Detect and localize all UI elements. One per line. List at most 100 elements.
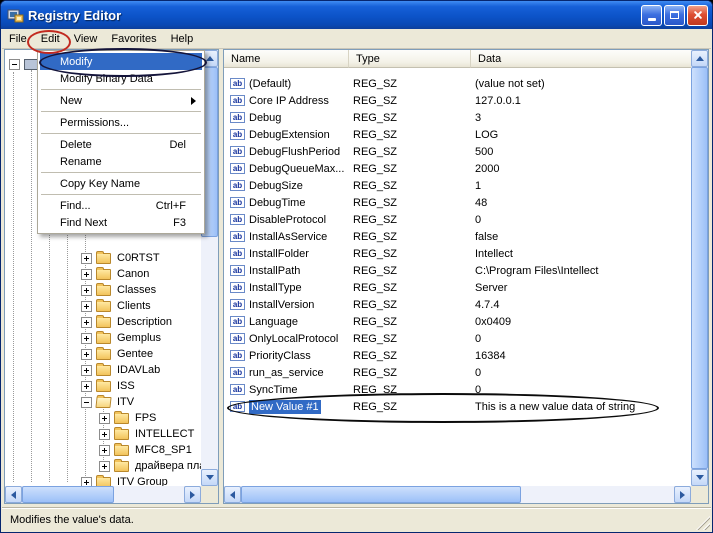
edit-menu-item-modify[interactable]: Modify bbox=[40, 53, 202, 70]
list-row-installpath[interactable]: abInstallPathREG_SZC:\Program Files\Inte… bbox=[224, 262, 691, 279]
tree-item-idavlab[interactable]: IDAVLab bbox=[5, 362, 201, 378]
expand-icon[interactable] bbox=[99, 445, 110, 456]
list-row-synctime[interactable]: abSyncTimeREG_SZ0 bbox=[224, 381, 691, 398]
tree-item-gentee[interactable]: Gentee bbox=[5, 346, 201, 362]
menu-favorites[interactable]: Favorites bbox=[104, 31, 163, 47]
list-row-new-value-1[interactable]: abNew Value #1REG_SZThis is a new value … bbox=[224, 398, 691, 415]
string-value-icon: ab bbox=[230, 95, 245, 106]
scrollbar-thumb[interactable] bbox=[241, 486, 521, 503]
value-data-cell: LOG bbox=[471, 129, 691, 141]
scrollbar-thumb[interactable] bbox=[691, 67, 708, 469]
tree-item-itv[interactable]: ITV bbox=[5, 394, 201, 410]
tree-item-драйвера-плат[interactable]: драйвера плат bbox=[5, 458, 201, 474]
menu-item-label: Find Next bbox=[60, 217, 107, 229]
tree-item-canon[interactable]: Canon bbox=[5, 266, 201, 282]
folder-icon bbox=[114, 413, 129, 424]
list-row-debugtime[interactable]: abDebugTimeREG_SZ48 bbox=[224, 194, 691, 211]
column-header-type[interactable]: Type bbox=[349, 50, 471, 68]
scroll-up-button[interactable] bbox=[691, 50, 708, 67]
expand-icon[interactable] bbox=[81, 301, 92, 312]
edit-menu-item-find[interactable]: Find...Ctrl+F bbox=[40, 197, 202, 214]
value-name: SyncTime bbox=[249, 384, 298, 396]
edit-menu-item-rename[interactable]: Rename bbox=[40, 153, 202, 170]
tree-item-label: Canon bbox=[115, 268, 151, 280]
list-row-priorityclass[interactable]: abPriorityClassREG_SZ16384 bbox=[224, 347, 691, 364]
scroll-down-button[interactable] bbox=[691, 469, 708, 486]
title-bar[interactable]: Registry Editor bbox=[1, 1, 712, 29]
list-row-debug[interactable]: abDebugREG_SZ3 bbox=[224, 109, 691, 126]
scrollbar-thumb[interactable] bbox=[22, 486, 114, 503]
tree-item-iss[interactable]: ISS bbox=[5, 378, 201, 394]
expand-icon[interactable] bbox=[81, 269, 92, 280]
minimize-button[interactable] bbox=[641, 5, 662, 26]
list-row-installversion[interactable]: abInstallVersionREG_SZ4.7.4 bbox=[224, 296, 691, 313]
list-row-installfolder[interactable]: abInstallFolderREG_SZIntellect bbox=[224, 245, 691, 262]
tree-item-classes[interactable]: Classes bbox=[5, 282, 201, 298]
list-row-debugextension[interactable]: abDebugExtensionREG_SZLOG bbox=[224, 126, 691, 143]
maximize-button[interactable] bbox=[664, 5, 685, 26]
tree-item-description[interactable]: Description bbox=[5, 314, 201, 330]
expand-icon[interactable] bbox=[81, 285, 92, 296]
scroll-down-button[interactable] bbox=[201, 469, 218, 486]
edit-menu-item-permissions[interactable]: Permissions... bbox=[40, 114, 202, 131]
edit-menu-item-delete[interactable]: DeleteDel bbox=[40, 136, 202, 153]
collapse-icon[interactable] bbox=[81, 397, 92, 408]
tree-item-clients[interactable]: Clients bbox=[5, 298, 201, 314]
column-header-name[interactable]: Name bbox=[224, 50, 349, 68]
value-name-cell: abLanguage bbox=[224, 316, 349, 328]
list-row-debugqueuemax[interactable]: abDebugQueueMax...REG_SZ2000 bbox=[224, 160, 691, 177]
resize-grip-icon[interactable] bbox=[696, 516, 710, 530]
expand-icon[interactable] bbox=[81, 253, 92, 264]
edit-menu-item-copy-key-name[interactable]: Copy Key Name bbox=[40, 175, 202, 192]
list-row-onlylocalprotocol[interactable]: abOnlyLocalProtocolREG_SZ0 bbox=[224, 330, 691, 347]
expand-icon[interactable] bbox=[99, 413, 110, 424]
list-row-core-ip-address[interactable]: abCore IP AddressREG_SZ127.0.0.1 bbox=[224, 92, 691, 109]
list-row-installtype[interactable]: abInstallTypeREG_SZServer bbox=[224, 279, 691, 296]
menu-help[interactable]: Help bbox=[164, 31, 201, 47]
expand-icon[interactable] bbox=[99, 461, 110, 472]
list-row-debugsize[interactable]: abDebugSizeREG_SZ1 bbox=[224, 177, 691, 194]
tree-item-fps[interactable]: FPS bbox=[5, 410, 201, 426]
list-row-disableprotocol[interactable]: abDisableProtocolREG_SZ0 bbox=[224, 211, 691, 228]
menu-file[interactable]: File bbox=[2, 31, 34, 47]
list-row-debugflushperiod[interactable]: abDebugFlushPeriodREG_SZ500 bbox=[224, 143, 691, 160]
expand-icon[interactable] bbox=[81, 365, 92, 376]
list-row-installasservice[interactable]: abInstallAsServiceREG_SZfalse bbox=[224, 228, 691, 245]
value-name-cell: abDebugFlushPeriod bbox=[224, 146, 349, 158]
expand-icon[interactable] bbox=[81, 317, 92, 328]
scroll-left-button[interactable] bbox=[5, 486, 22, 503]
value-name: DebugFlushPeriod bbox=[249, 146, 340, 158]
scroll-right-button[interactable] bbox=[674, 486, 691, 503]
menu-item-shortcut: Del bbox=[169, 139, 186, 151]
list-row-language[interactable]: abLanguageREG_SZ0x0409 bbox=[224, 313, 691, 330]
expand-icon[interactable] bbox=[81, 349, 92, 360]
tree-item-c0rtst[interactable]: C0RTST bbox=[5, 250, 201, 266]
expand-icon[interactable] bbox=[99, 429, 110, 440]
list-row-default[interactable]: ab(Default)REG_SZ(value not set) bbox=[224, 75, 691, 92]
menu-view[interactable]: View bbox=[67, 31, 105, 47]
tree-item-intellect[interactable]: INTELLECT bbox=[5, 426, 201, 442]
tree-horizontal-scrollbar[interactable] bbox=[5, 486, 201, 503]
tree-item-gemplus[interactable]: Gemplus bbox=[5, 330, 201, 346]
tree-item-label: Clients bbox=[115, 300, 153, 312]
list-vertical-scrollbar[interactable] bbox=[691, 50, 708, 486]
close-button[interactable] bbox=[687, 5, 708, 26]
list-horizontal-scrollbar[interactable] bbox=[224, 486, 691, 503]
expand-icon[interactable] bbox=[81, 333, 92, 344]
list-row-run-as-service[interactable]: abrun_as_serviceREG_SZ0 bbox=[224, 364, 691, 381]
tree-item-mfc8-sp1[interactable]: MFC8_SP1 bbox=[5, 442, 201, 458]
scroll-left-button[interactable] bbox=[224, 486, 241, 503]
edit-menu-item-find-next[interactable]: Find Next F3 bbox=[40, 214, 202, 231]
menu-edit[interactable]: Edit bbox=[34, 31, 67, 47]
expand-icon[interactable] bbox=[81, 477, 92, 487]
value-name-cell: abCore IP Address bbox=[224, 95, 349, 107]
edit-menu-item-new[interactable]: New bbox=[40, 92, 202, 109]
tree-item-itv-group[interactable]: ITV Group bbox=[5, 474, 201, 486]
expand-icon[interactable] bbox=[81, 381, 92, 392]
scroll-right-button[interactable] bbox=[184, 486, 201, 503]
column-header-data[interactable]: Data bbox=[471, 50, 691, 68]
tree-item-label: IDAVLab bbox=[115, 364, 162, 376]
collapse-icon[interactable] bbox=[9, 59, 20, 70]
menu-item-shortcut: F3 bbox=[173, 217, 186, 229]
edit-menu-item-modify-binary-data[interactable]: Modify Binary Data bbox=[40, 70, 202, 87]
